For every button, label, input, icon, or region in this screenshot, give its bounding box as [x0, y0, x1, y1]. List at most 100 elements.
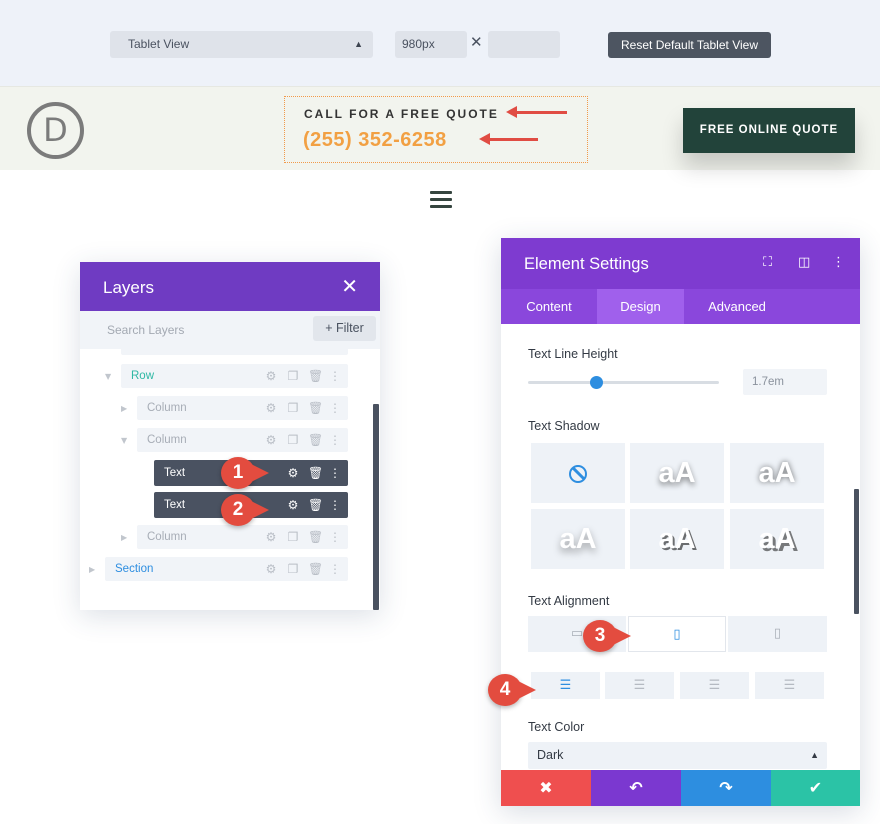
layer-column[interactable]: Column ⚙ ❐ 🗑 ⋮	[137, 396, 348, 420]
phone-number: (255) 352-6258	[303, 129, 447, 151]
gear-icon[interactable]: ⚙	[264, 530, 278, 544]
tablet-device-button[interactable]: ▯	[628, 616, 726, 652]
undo-button[interactable]: ↶	[591, 770, 681, 806]
more-icon[interactable]: ⋮	[328, 433, 342, 447]
cancel-button[interactable]: ✖	[501, 770, 591, 806]
duplicate-icon[interactable]: ❐	[286, 562, 300, 576]
more-icon[interactable]: ⋮	[328, 562, 342, 576]
layer-column[interactable]: Column ⚙ ❐ 🗑 ⋮	[137, 428, 348, 452]
reset-tablet-view-button[interactable]: Reset Default Tablet View	[608, 32, 771, 58]
align-justify-button[interactable]: ☰	[755, 672, 824, 699]
close-icon[interactable]: ✕	[341, 274, 358, 298]
quote-module[interactable]: CALL FOR A FREE QUOTE (255) 352-6258	[284, 96, 588, 163]
expand-toggle-icon[interactable]: ▼	[105, 372, 111, 381]
tab-content[interactable]: Content	[501, 289, 597, 324]
shadow-preset-option[interactable]: aA	[730, 509, 824, 569]
line-height-slider[interactable]	[528, 381, 719, 384]
tab-advanced[interactable]: Advanced	[684, 289, 790, 324]
layers-search-bar: Search Layers + Filter	[80, 311, 380, 349]
gear-icon[interactable]: ⚙	[286, 498, 300, 512]
more-icon[interactable]: ⋮	[328, 401, 342, 415]
settings-scrollbar[interactable]	[854, 489, 859, 614]
trash-icon[interactable]: 🗑	[308, 498, 323, 512]
view-mode-select[interactable]: Tablet View ▲	[110, 31, 373, 58]
trash-icon[interactable]: 🗑	[308, 369, 323, 383]
shadow-preset-option[interactable]: aA	[730, 443, 824, 503]
width-input[interactable]: 980px	[395, 31, 467, 58]
callout-1: 1	[221, 457, 271, 489]
redo-button[interactable]: ↷	[681, 770, 771, 806]
line-height-slider-handle[interactable]	[590, 376, 603, 389]
responsive-toolbar: Tablet View ▲ 980px ✕ Reset Default Tabl…	[0, 0, 880, 86]
layer-label: Text	[164, 467, 186, 479]
layer-section[interactable]: Section ⚙ ❐ 🗑 ⋮	[105, 557, 348, 581]
view-mode-value: Tablet View	[128, 37, 190, 51]
more-icon[interactable]: ⋮	[328, 530, 342, 544]
layer-label: Row	[131, 370, 155, 382]
layer-row-partial[interactable]	[121, 348, 348, 355]
gear-icon[interactable]: ⚙	[286, 466, 300, 480]
collapsed-toggle-icon[interactable]: ▶	[121, 404, 127, 413]
collapsed-toggle-icon[interactable]: ▶	[89, 565, 95, 574]
layer-row[interactable]: Row ⚙ ❐ 🗑 ⋮	[121, 364, 348, 388]
trash-icon[interactable]: 🗑	[308, 466, 323, 480]
text-color-value: Dark	[537, 748, 564, 762]
trash-icon[interactable]: 🗑	[308, 433, 323, 447]
callout-number: 1	[232, 462, 244, 483]
callout-number: 2	[232, 499, 244, 520]
trash-icon[interactable]: 🗑	[308, 562, 323, 576]
layer-label: Text	[164, 499, 186, 511]
hamburger-menu-icon[interactable]	[430, 191, 452, 212]
more-icon[interactable]: ⋮	[832, 255, 845, 270]
duplicate-icon[interactable]: ❐	[286, 369, 300, 383]
align-center-button[interactable]: ☰	[605, 672, 674, 699]
gear-icon[interactable]: ⚙	[264, 562, 278, 576]
times-icon: ✕	[470, 34, 483, 51]
layers-scrollbar[interactable]	[373, 404, 379, 610]
align-right-button[interactable]: ☰	[680, 672, 749, 699]
callout-3: 3	[583, 620, 633, 652]
settings-header: Element Settings ⛶ ◫ ⋮	[501, 238, 860, 289]
text-color-select[interactable]: Dark ▲	[528, 742, 827, 769]
text-shadow-label: Text Shadow	[528, 419, 600, 433]
gear-icon[interactable]: ⚙	[264, 401, 278, 415]
duplicate-icon[interactable]: ❐	[286, 433, 300, 447]
more-icon[interactable]: ⋮	[328, 498, 342, 512]
gear-icon[interactable]: ⚙	[264, 433, 278, 447]
layer-label: Column	[147, 402, 187, 414]
collapsed-toggle-icon[interactable]: ▶	[121, 533, 127, 542]
trash-icon[interactable]: 🗑	[308, 530, 323, 544]
shadow-preset-option[interactable]: aA	[630, 509, 724, 569]
free-online-quote-button[interactable]: FREE ONLINE QUOTE	[683, 108, 855, 153]
align-left-button[interactable]: ☰	[531, 672, 600, 699]
arrow-left-icon	[479, 133, 538, 145]
expand-icon[interactable]: ⛶	[763, 255, 772, 270]
logo[interactable]: D	[27, 102, 84, 159]
phone-device-button[interactable]: ▯	[728, 616, 827, 652]
shadow-preset-option[interactable]: aA	[531, 509, 625, 569]
callout-number: 3	[594, 625, 606, 646]
settings-footer: ✖ ↶ ↷ ✔	[501, 770, 860, 806]
layer-column[interactable]: Column ⚙ ❐ 🗑 ⋮	[137, 525, 348, 549]
filter-button[interactable]: + Filter	[313, 316, 376, 341]
shadow-none-option[interactable]	[531, 443, 625, 503]
save-button[interactable]: ✔	[771, 770, 860, 806]
more-icon[interactable]: ⋮	[328, 369, 342, 383]
duplicate-icon[interactable]: ❐	[286, 401, 300, 415]
height-input[interactable]	[488, 31, 560, 58]
element-settings-panel: Element Settings ⛶ ◫ ⋮ Content Design Ad…	[501, 238, 860, 806]
tab-design[interactable]: Design	[597, 289, 684, 324]
line-height-input[interactable]: 1.7em	[743, 369, 827, 395]
split-view-icon[interactable]: ◫	[798, 255, 810, 270]
search-layers-input[interactable]: Search Layers	[107, 323, 184, 337]
settings-tabs: Content Design Advanced	[501, 289, 860, 324]
trash-icon[interactable]: 🗑	[308, 401, 323, 415]
more-icon[interactable]: ⋮	[328, 466, 342, 480]
expand-toggle-icon[interactable]: ▼	[121, 436, 127, 445]
gear-icon[interactable]: ⚙	[264, 369, 278, 383]
duplicate-icon[interactable]: ❐	[286, 530, 300, 544]
shadow-preset-option[interactable]: aA	[630, 443, 724, 503]
arrow-left-icon	[506, 106, 567, 118]
layer-label: Section	[115, 563, 154, 575]
layers-panel: Layers ✕ Search Layers + Filter ▼ Row ⚙ …	[80, 262, 380, 610]
